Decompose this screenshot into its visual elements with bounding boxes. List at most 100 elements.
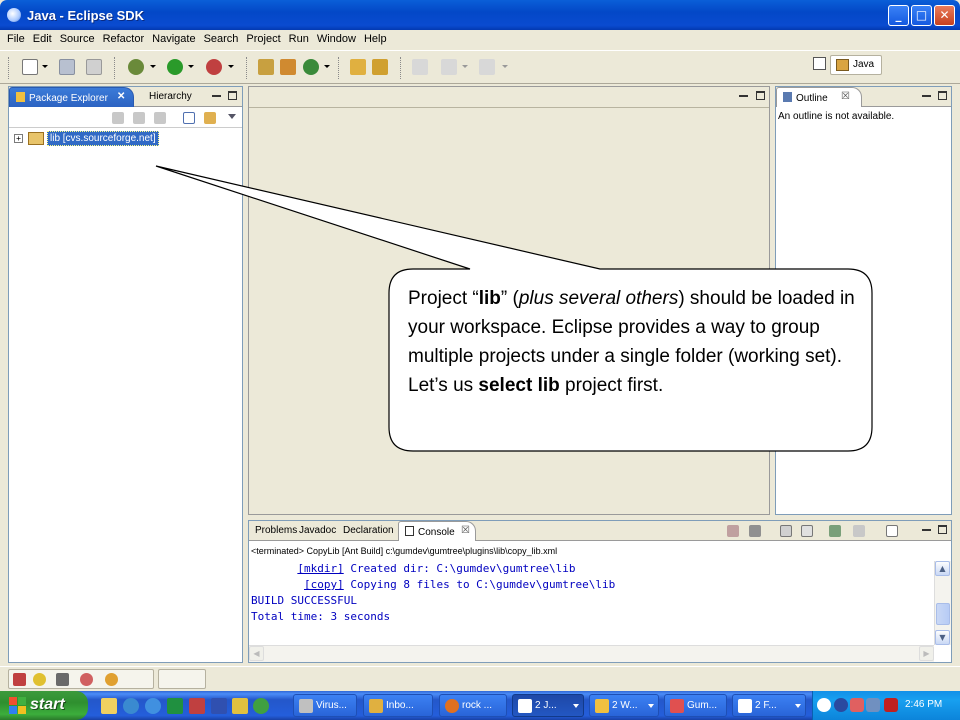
- scroll-lock-icon[interactable]: [801, 525, 813, 537]
- debug-icon[interactable]: [105, 673, 118, 686]
- powerpoint-icon[interactable]: [189, 698, 205, 714]
- minimize-button[interactable]: _: [888, 5, 909, 26]
- menu-refactor[interactable]: Refactor: [99, 30, 149, 45]
- firefox-icon[interactable]: [145, 698, 161, 714]
- taskbar-button[interactable]: Gum...: [664, 694, 727, 717]
- new-class-icon[interactable]: [303, 59, 319, 75]
- up-icon[interactable]: [154, 112, 166, 124]
- close-button[interactable]: ✕: [934, 5, 955, 26]
- tab-javadoc[interactable]: Javadoc: [293, 521, 342, 541]
- excel-icon[interactable]: [167, 698, 183, 714]
- show-desktop-icon[interactable]: [101, 698, 117, 714]
- tab-package-explorer[interactable]: Package Explorer ✕: [9, 87, 134, 107]
- title-bar[interactable]: Java - Eclipse SDK _ □ ✕: [0, 0, 960, 30]
- close-icon[interactable]: ☒: [461, 525, 470, 536]
- save-icon[interactable]: [59, 59, 75, 75]
- tab-console[interactable]: Console ☒: [398, 521, 476, 541]
- menu-source[interactable]: Source: [56, 30, 99, 45]
- new-icon[interactable]: [22, 59, 38, 75]
- app-icon[interactable]: [253, 698, 269, 714]
- taskbar-button[interactable]: 2 F...: [732, 694, 806, 717]
- chevron-down-icon[interactable]: [502, 65, 508, 68]
- maximize-button[interactable]: □: [911, 5, 932, 26]
- maximize-icon[interactable]: [938, 91, 947, 100]
- tab-declaration[interactable]: Declaration: [337, 521, 400, 541]
- console-output[interactable]: [mkdir] Created dir: C:\gumdev\gumtree\l…: [249, 561, 934, 645]
- menu-edit[interactable]: Edit: [29, 30, 56, 45]
- menu-navigate[interactable]: Navigate: [148, 30, 199, 45]
- tree-item-label[interactable]: lib [cvs.sourceforge.net]: [47, 131, 159, 146]
- taskbar-button[interactable]: 2 J...: [512, 694, 584, 717]
- chevron-down-icon[interactable]: [150, 65, 156, 68]
- chevron-down-icon[interactable]: [324, 65, 330, 68]
- java-perspective-button[interactable]: Java: [830, 55, 882, 75]
- forward-icon[interactable]: [479, 59, 495, 75]
- minimize-icon[interactable]: [922, 91, 931, 100]
- minimize-icon[interactable]: [212, 91, 221, 100]
- console-link[interactable]: [mkdir]: [297, 562, 343, 575]
- view-menu-icon[interactable]: [228, 114, 236, 119]
- back-icon[interactable]: [112, 112, 124, 124]
- tray-icon[interactable]: [834, 698, 848, 712]
- run-icon[interactable]: [167, 59, 183, 75]
- menu-search[interactable]: Search: [200, 30, 243, 45]
- network-icon[interactable]: [866, 698, 880, 712]
- terminate-icon[interactable]: [727, 525, 739, 537]
- antivirus-icon[interactable]: [884, 698, 898, 712]
- tab-outline[interactable]: Outline ☒: [776, 87, 862, 107]
- open-console-icon[interactable]: [886, 525, 898, 537]
- start-button[interactable]: start: [0, 691, 88, 720]
- menu-project[interactable]: Project: [242, 30, 284, 45]
- vertical-scrollbar[interactable]: ▲ ▼: [934, 561, 951, 645]
- tray-icon[interactable]: [850, 698, 864, 712]
- maximize-icon[interactable]: [228, 91, 237, 100]
- open-type-icon[interactable]: [350, 59, 366, 75]
- collapse-all-icon[interactable]: [183, 112, 195, 124]
- chevron-down-icon[interactable]: [228, 65, 234, 68]
- search-icon[interactable]: [232, 698, 248, 714]
- word-icon[interactable]: [211, 698, 227, 714]
- back-icon[interactable]: [441, 59, 457, 75]
- pin-console-icon[interactable]: [829, 525, 841, 537]
- search-icon[interactable]: [372, 59, 388, 75]
- menu-help[interactable]: Help: [360, 30, 391, 45]
- display-console-icon[interactable]: [853, 525, 865, 537]
- new-java-project-icon[interactable]: [258, 59, 274, 75]
- maximize-icon[interactable]: [938, 525, 947, 534]
- new-package-icon[interactable]: [280, 59, 296, 75]
- scroll-thumb[interactable]: [936, 603, 950, 625]
- clear-console-icon[interactable]: [780, 525, 792, 537]
- external-tools-icon[interactable]: [206, 59, 222, 75]
- open-perspective-icon[interactable]: [813, 57, 826, 70]
- chevron-down-icon[interactable]: [42, 65, 48, 68]
- scroll-down-button[interactable]: ▼: [935, 630, 950, 645]
- minimize-icon[interactable]: [922, 525, 931, 534]
- maximize-icon[interactable]: [756, 91, 765, 100]
- menu-file[interactable]: File: [0, 30, 29, 45]
- tray-expand-icon[interactable]: [817, 698, 831, 712]
- debug-icon[interactable]: [128, 59, 144, 75]
- console-link[interactable]: [copy]: [304, 578, 344, 591]
- chevron-down-icon[interactable]: [188, 65, 194, 68]
- menu-window[interactable]: Window: [313, 30, 360, 45]
- print-icon[interactable]: [86, 59, 102, 75]
- tab-hierarchy[interactable]: Hierarchy: [143, 87, 198, 107]
- last-edit-icon[interactable]: [412, 59, 428, 75]
- taskbar-button[interactable]: Virus...: [293, 694, 357, 717]
- minimize-icon[interactable]: [739, 91, 748, 100]
- scroll-left-button[interactable]: ◀: [249, 646, 264, 661]
- chevron-down-icon[interactable]: [462, 65, 468, 68]
- horizontal-scrollbar[interactable]: ◀ ▶: [249, 645, 934, 662]
- close-icon[interactable]: ✕: [117, 91, 125, 102]
- forward-icon[interactable]: [133, 112, 145, 124]
- menu-run[interactable]: Run: [285, 30, 313, 45]
- scroll-right-button[interactable]: ▶: [919, 646, 934, 661]
- console-icon[interactable]: [56, 673, 69, 686]
- breakpoint-icon[interactable]: [80, 673, 93, 686]
- taskbar-button[interactable]: rock ...: [439, 694, 507, 717]
- remove-launch-icon[interactable]: [749, 525, 761, 537]
- problems-icon[interactable]: [13, 673, 26, 686]
- expand-icon[interactable]: +: [14, 134, 23, 143]
- taskbar-button[interactable]: 2 W...: [589, 694, 659, 717]
- scroll-up-button[interactable]: ▲: [935, 561, 950, 576]
